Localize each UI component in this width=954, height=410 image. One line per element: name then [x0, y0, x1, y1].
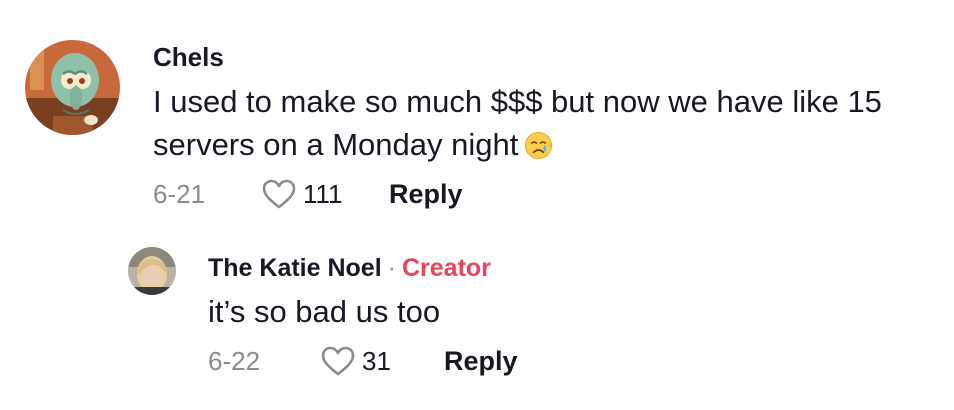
avatar-image: [25, 40, 120, 135]
reply-date: 6-22: [208, 345, 261, 376]
reply-text: it’s so bad us too: [208, 294, 441, 329]
reply-like-count: 31: [362, 345, 391, 376]
comment-text-line-1: I used to make so much $$$ but now we ha…: [153, 84, 882, 119]
comment-reply-button[interactable]: Reply: [389, 179, 463, 210]
reply-header: The Katie Noel · Creator: [208, 254, 491, 283]
heart-icon[interactable]: [320, 345, 356, 377]
comment-text-line-2: servers on a Monday night: [153, 123, 933, 166]
replier-username[interactable]: The Katie Noel: [208, 254, 382, 283]
heart-icon[interactable]: [261, 178, 297, 210]
separator-dot: ·: [387, 254, 396, 282]
comment-date: 6-21: [153, 178, 206, 209]
avatar-image: [128, 247, 176, 295]
reply-reply-button[interactable]: Reply: [444, 346, 518, 377]
commenter-avatar[interactable]: [25, 40, 120, 135]
comment-text: I used to make so much $$$ but now we ha…: [153, 80, 933, 166]
commenter-username[interactable]: Chels: [153, 42, 224, 73]
reply-meta: 6-22 31 Reply: [208, 345, 518, 377]
comment-text-line-2-text: servers on a Monday night: [153, 127, 519, 162]
replier-avatar[interactable]: [128, 247, 176, 295]
reply-like-button[interactable]: 31: [320, 345, 444, 377]
comment-meta: 6-21 111 Reply: [153, 178, 463, 210]
crying-face-icon: [524, 131, 553, 160]
comment-like-count: 111: [303, 178, 343, 209]
comment-like-button[interactable]: 111: [261, 178, 389, 210]
creator-badge: Creator: [401, 254, 491, 282]
